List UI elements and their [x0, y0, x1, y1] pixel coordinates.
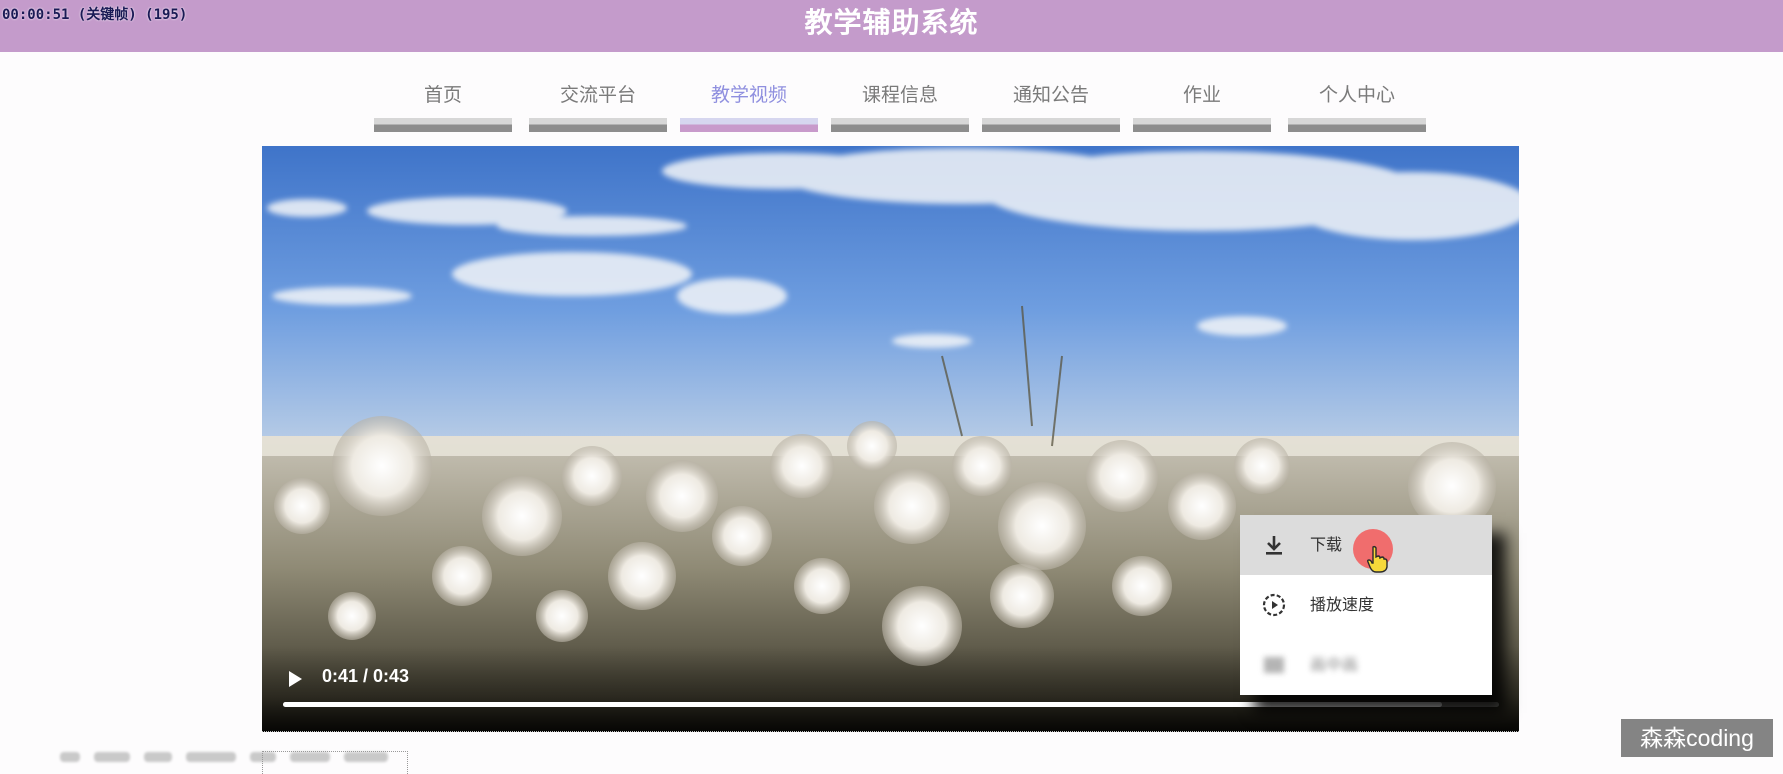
- nav-underline: [1133, 118, 1271, 132]
- nav-item-announcements[interactable]: 通知公告: [982, 80, 1120, 132]
- picture-in-picture-icon: [1264, 657, 1284, 673]
- header-bar: 教学辅助系统: [0, 0, 1783, 52]
- nav-item-homework[interactable]: 作业: [1133, 80, 1271, 132]
- progress-fill: [283, 702, 1442, 707]
- recording-timer: 00:00:51 (关键帧) (195): [2, 7, 188, 23]
- hand-cursor-icon: [1366, 545, 1388, 573]
- nav-label: 课程信息: [861, 84, 938, 106]
- time-display: 0:41 / 0:43: [322, 666, 410, 686]
- nav-item-teaching-video[interactable]: 教学视频: [680, 80, 818, 132]
- playback-speed-icon: [1262, 593, 1286, 617]
- nav-underline: [982, 118, 1120, 132]
- nav-label: 首页: [423, 84, 462, 106]
- nav-label: 通知公告: [1012, 84, 1089, 106]
- nav-item-course-info[interactable]: 课程信息: [831, 80, 969, 132]
- progress-bar[interactable]: [283, 702, 1499, 707]
- nav-underline: [374, 118, 512, 132]
- menu-item-picture-in-picture[interactable]: 画中画: [1240, 635, 1492, 695]
- watermark: 森森coding: [1621, 719, 1773, 757]
- nav-label: 作业: [1182, 84, 1221, 106]
- nav-underline: [680, 118, 818, 132]
- nav-item-forum[interactable]: 交流平台: [529, 80, 667, 132]
- menu-label: 下载: [1310, 535, 1343, 554]
- nav-label: 个人中心: [1318, 84, 1395, 106]
- nav-item-home[interactable]: 首页: [374, 80, 512, 132]
- menu-label: 画中画: [1310, 655, 1359, 674]
- nav-label: 教学视频: [710, 84, 787, 106]
- play-icon[interactable]: [284, 668, 306, 690]
- nav-item-profile[interactable]: 个人中心: [1288, 80, 1426, 132]
- nav-underline: [529, 118, 667, 132]
- menu-label: 播放速度: [1310, 595, 1375, 614]
- site-title: 教学辅助系统: [804, 6, 979, 39]
- menu-item-playback-speed[interactable]: 播放速度: [1240, 575, 1492, 635]
- download-icon: [1266, 536, 1282, 555]
- nav-underline: [1288, 118, 1426, 132]
- nav-label: 交流平台: [559, 84, 636, 106]
- nav-underline: [831, 118, 969, 132]
